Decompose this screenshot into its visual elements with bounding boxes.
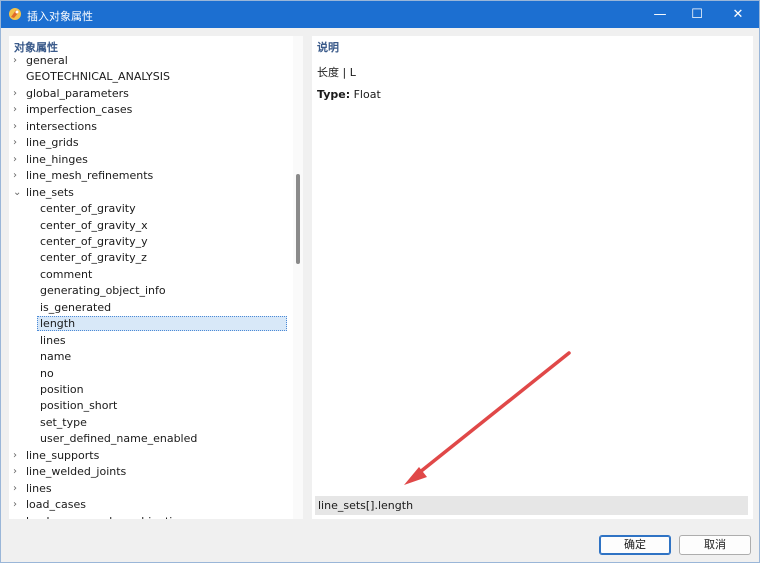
tree-item[interactable]: name [9,349,291,365]
tree-item-label: position_short [40,399,118,413]
tree-item[interactable]: is_generated [9,300,291,316]
chevron-right-icon[interactable]: › [13,497,23,513]
tree-item[interactable]: center_of_gravity_z [9,250,291,266]
tree-item[interactable]: user_defined_name_enabled [9,431,291,447]
tree-item[interactable]: position_short [9,398,291,414]
tree-item[interactable]: › line_supports [9,448,291,464]
chevron-right-icon[interactable]: › [13,514,23,519]
tree-item-label: line_sets [26,185,74,199]
tree-item-label: comment [40,267,93,281]
minimize-icon: — [653,7,667,22]
app-icon [9,8,21,20]
tree-item-label: user_defined_name_enabled [40,432,198,446]
tree-item-label: center_of_gravity_x [40,218,148,232]
tree-item-label: line_grids [26,136,79,150]
chevron-right-icon[interactable]: › [13,448,23,464]
tree-item-label: global_parameters [26,86,129,100]
maximize-button[interactable]: ☐ [677,1,717,28]
type-value: Float [353,88,381,101]
tree-item[interactable]: › line_grids [9,135,291,151]
tree-item-label: set_type [40,415,87,429]
chevron-right-icon[interactable]: › [13,152,23,168]
tree-item[interactable]: › load_cases [9,497,291,513]
chevron-right-icon[interactable]: › [13,168,23,184]
tree-item[interactable]: center_of_gravity [9,201,291,217]
chevron-right-icon[interactable]: › [13,464,23,480]
chevron-right-icon[interactable]: › [13,53,23,69]
tree-item-label: center_of_gravity_y [40,234,148,248]
chevron-right-icon[interactable]: › [13,481,23,497]
tree-item-label: line_mesh_refinements [26,169,154,183]
property-type-text: Type: Float [317,88,381,101]
tree-item-label: line_welded_joints [26,465,127,479]
tree-item-label: general [26,54,68,67]
tree-scrollbar[interactable] [293,36,303,519]
description-panel: 说明 长度 | L Type: Float line_sets[].length [312,36,753,519]
tree-item[interactable]: generating_object_info [9,283,291,299]
tree-item[interactable]: GEOTECHNICAL_ANALYSIS [9,69,291,85]
tree-item-label: position [40,383,84,396]
tree-item-label: load_cases [26,498,87,512]
tree-item-label: GEOTECHNICAL_ANALYSIS [26,70,170,84]
tree-item[interactable]: set_type [9,415,291,431]
close-icon: ✕ [732,7,744,22]
tree-item[interactable]: no [9,366,291,382]
close-button[interactable]: ✕ [718,1,758,28]
insert-object-property-dialog: 插入对象属性 — ☐ ✕ 对象属性 › general GEOTECHNICAL_A… [0,0,760,563]
tree-item[interactable]: length [9,316,291,332]
tree-item-label: is_generated [40,300,112,314]
tree-item-label: no [40,366,54,380]
chevron-down-icon[interactable]: ⌄ [13,185,23,201]
tree-item[interactable]: center_of_gravity_y [9,234,291,250]
tree-item[interactable]: › intersections [9,119,291,135]
minimize-button[interactable]: — [640,1,680,28]
property-name-text: 长度 | L [317,66,356,79]
title-bar: 插入对象属性 — ☐ ✕ [1,1,759,28]
tree-item[interactable]: › line_hinges [9,152,291,168]
tree-item[interactable]: › line_mesh_refinements [9,168,291,184]
tree-item[interactable]: › line_welded_joints [9,464,291,480]
tree-item-label: lines [26,481,52,495]
tree-item[interactable]: center_of_gravity_x [9,218,291,234]
tree-item[interactable]: comment [9,267,291,283]
tree-item[interactable]: position [9,382,291,398]
dialog-footer: 确定 取消 [1,526,759,562]
window-title: 插入对象属性 [27,10,93,23]
description-header: 说明 [317,41,339,54]
tree-item-label: center_of_gravity [40,202,136,216]
tree-item[interactable]: › global_parameters [9,86,291,102]
chevron-right-icon[interactable]: › [13,102,23,118]
tree-item-label: generating_object_info [40,284,166,298]
chevron-right-icon[interactable]: › [13,119,23,135]
tree-item[interactable]: ⌄ line_sets [9,185,291,201]
tree-item-label: lines [40,333,66,347]
tree-item-label: line_supports [26,448,100,462]
chevron-right-icon[interactable]: › [13,86,23,102]
tree-item-label: load_cases_and_combinations [26,514,192,519]
tree-item-label: center_of_gravity_z [40,251,147,265]
tree-item[interactable]: ›load_cases_and_combinations [9,514,291,519]
object-properties-panel: 对象属性 › general GEOTECHNICAL_ANALYSIS › globa… [9,36,303,519]
cancel-button[interactable]: 取消 [679,535,751,555]
chevron-right-icon[interactable]: › [13,135,23,151]
maximize-icon: ☐ [691,7,703,22]
tree-item-label: intersections [26,119,97,133]
tree-item-label: length [37,316,287,332]
tree-item-label: line_hinges [26,152,88,166]
tree-item[interactable]: › lines [9,481,291,497]
scrollbar-thumb[interactable] [296,174,300,264]
tree-item[interactable]: lines [9,333,291,349]
tree-item-label: imperfection_cases [26,103,133,117]
expression-field[interactable]: line_sets[].length [315,496,748,515]
tree-item-label: name [40,350,72,364]
type-key: Type: [317,88,351,101]
tree-item[interactable]: › imperfection_cases [9,102,291,118]
ok-button[interactable]: 确定 [599,535,671,555]
tree-item[interactable]: › general [9,53,291,69]
